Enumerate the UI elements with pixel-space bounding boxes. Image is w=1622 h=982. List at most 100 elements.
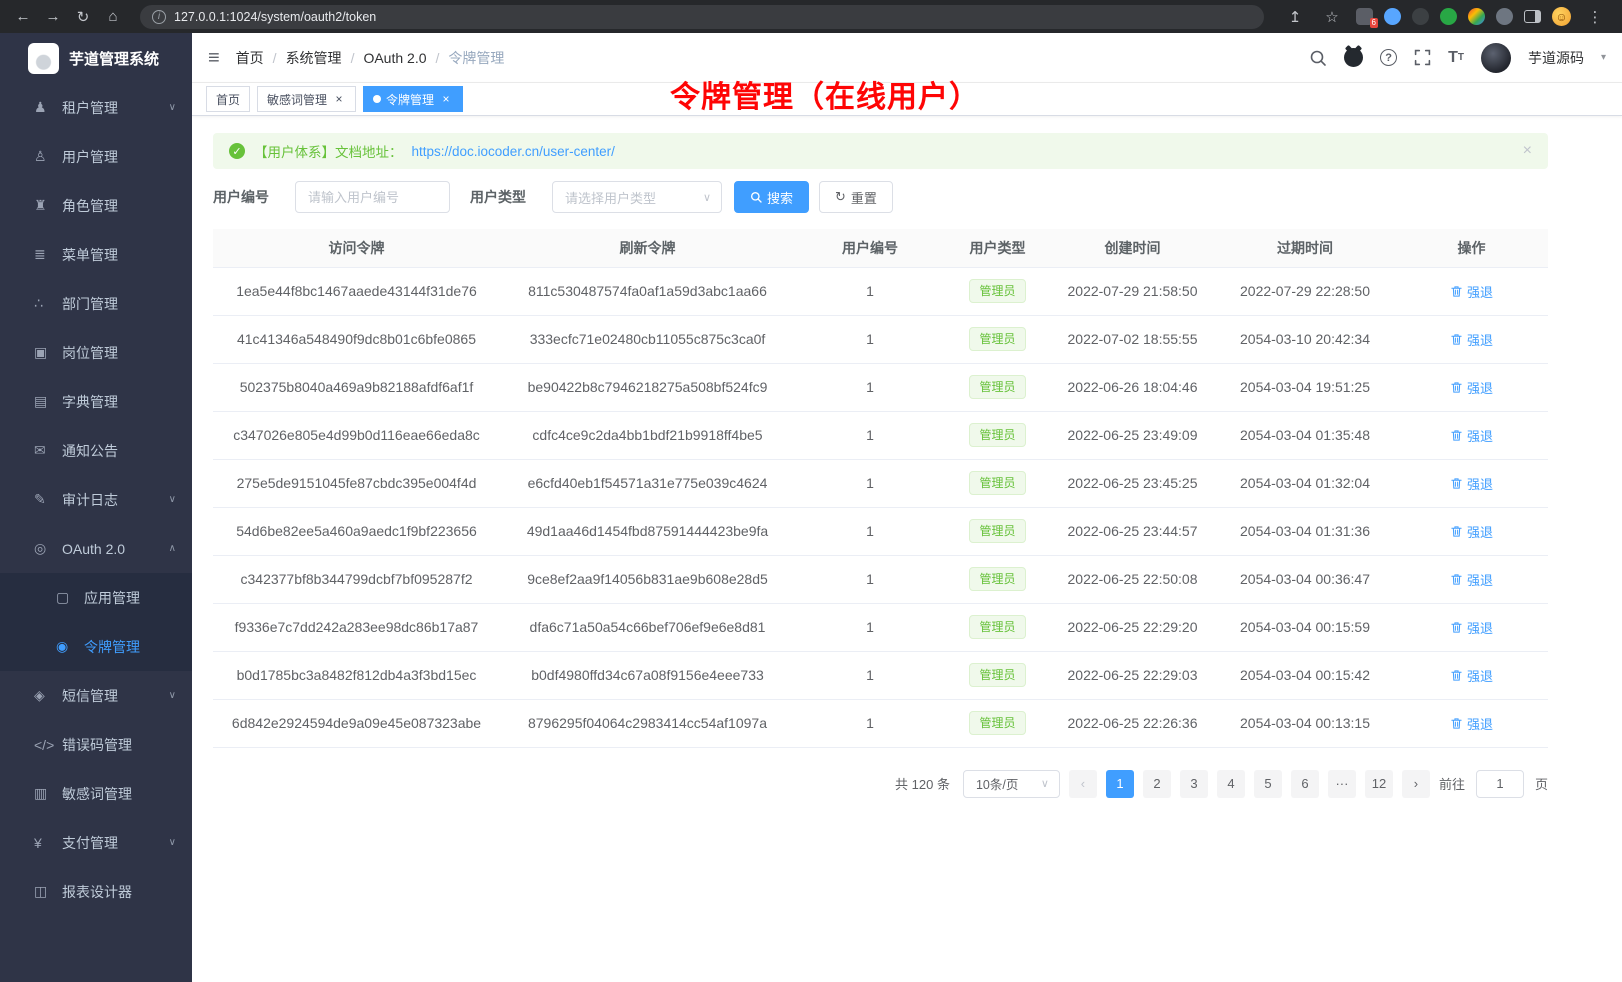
table-row: b0d1785bc3a8482f812db4a3f3bd15ec b0df498…	[213, 651, 1548, 699]
reset-button[interactable]: ↻ 重置	[819, 181, 893, 213]
bookmark-star-icon[interactable]: ☆	[1319, 5, 1345, 29]
user-type-badge: 管理员	[969, 615, 1025, 639]
page-size-select[interactable]: 10条/页 ∨	[963, 770, 1060, 798]
next-page-button[interactable]: ›	[1402, 770, 1430, 798]
sidebar-item[interactable]: ◫ 报表设计器	[0, 867, 192, 916]
home-icon[interactable]: ⌂	[100, 5, 126, 29]
extension-colorful-icon[interactable]	[1468, 8, 1485, 25]
extension-badge: 6	[1370, 18, 1378, 28]
browser-profile-avatar[interactable]: ☺	[1552, 7, 1571, 26]
prev-page-button[interactable]: ‹	[1069, 770, 1097, 798]
tab[interactable]: 首页	[206, 86, 250, 112]
force-logout-button[interactable]: 强退	[1450, 282, 1493, 301]
sidebar-item[interactable]: ♟ 租户管理 ∨	[0, 83, 192, 132]
user-avatar[interactable]	[1481, 43, 1511, 73]
sidebar-item[interactable]: ∴ 部门管理	[0, 279, 192, 328]
page-number-button[interactable]: 6	[1291, 770, 1319, 798]
username[interactable]: 芋道源码	[1528, 48, 1584, 68]
force-logout-button[interactable]: 强退	[1450, 714, 1493, 733]
search-button[interactable]: 搜索	[734, 181, 809, 213]
forward-icon[interactable]: →	[40, 5, 66, 29]
tab[interactable]: 敏感词管理 ×	[257, 86, 356, 112]
page-number-button[interactable]: 2	[1143, 770, 1171, 798]
user-id-cell: 1	[795, 699, 945, 747]
force-logout-button[interactable]: 强退	[1450, 378, 1493, 397]
sidebar-item[interactable]: ▥ 敏感词管理	[0, 769, 192, 818]
extension-blue-icon[interactable]	[1384, 8, 1401, 25]
page-number-button[interactable]: 5	[1254, 770, 1282, 798]
sidebar-item[interactable]: ✉ 通知公告	[0, 426, 192, 475]
page-number-button[interactable]: 3	[1180, 770, 1208, 798]
tab[interactable]: 令牌管理 ×	[363, 86, 463, 112]
force-logout-button[interactable]: 强退	[1450, 570, 1493, 589]
page-size-value: 10条/页	[976, 774, 1033, 793]
breadcrumb-item[interactable]: 令牌管理	[448, 48, 504, 68]
extension-grid-icon[interactable]: 6	[1356, 8, 1373, 25]
force-logout-button[interactable]: 强退	[1450, 522, 1493, 541]
user-type-select[interactable]: 请选择用户类型 ∨	[552, 181, 722, 213]
user-id-cell: 1	[795, 651, 945, 699]
help-icon[interactable]: ?	[1380, 49, 1397, 66]
page-number-button[interactable]: 1	[1106, 770, 1134, 798]
user-id-input[interactable]	[295, 181, 450, 213]
breadcrumb-item[interactable]: OAuth 2.0	[363, 50, 426, 66]
github-icon[interactable]	[1344, 48, 1363, 67]
user-type-badge: 管理员	[969, 375, 1025, 399]
sidebar-item[interactable]: </> 错误码管理	[0, 720, 192, 769]
app-logo-row[interactable]: 芋道管理系统	[0, 33, 192, 83]
create-time-cell: 2022-06-25 23:45:25	[1050, 459, 1215, 507]
extension-dark-icon[interactable]	[1412, 8, 1429, 25]
sidebar-item[interactable]: ¥ 支付管理 ∨	[0, 818, 192, 867]
expire-time-cell: 2054-03-04 01:35:48	[1215, 411, 1395, 459]
sidebar-item[interactable]: ▤ 字典管理	[0, 377, 192, 426]
sidebar-item-label: 角色管理	[62, 196, 118, 216]
breadcrumb-item[interactable]: 系统管理	[286, 48, 342, 68]
sidebar-item[interactable]: ♙ 用户管理	[0, 132, 192, 181]
force-logout-button[interactable]: 强退	[1450, 666, 1493, 685]
extension-gray-icon[interactable]	[1496, 8, 1513, 25]
sidebar-item[interactable]: ▢ 应用管理	[0, 573, 192, 622]
share-icon[interactable]: ↥	[1282, 5, 1308, 29]
reload-icon[interactable]: ↻	[70, 5, 96, 29]
font-size-icon[interactable]: TT	[1448, 49, 1464, 67]
fullscreen-icon[interactable]	[1414, 49, 1431, 66]
goto-page-input[interactable]	[1476, 770, 1524, 798]
column-header: 操作	[1395, 229, 1548, 267]
sidebar-item[interactable]: ♜ 角色管理	[0, 181, 192, 230]
doc-link[interactable]: https://doc.iocoder.cn/user-center/	[412, 144, 615, 159]
user-id-label: 用户编号	[213, 187, 269, 207]
site-info-icon[interactable]: i	[152, 10, 166, 24]
force-logout-button[interactable]: 强退	[1450, 426, 1493, 445]
page-number-button[interactable]: 12	[1365, 770, 1393, 798]
user-management-icon: ♙	[34, 148, 58, 165]
page-number-button[interactable]: ···	[1328, 770, 1356, 798]
side-panel-icon[interactable]	[1524, 10, 1541, 23]
sidebar-toggle-icon[interactable]: ≡	[208, 48, 220, 68]
table-row: 275e5de9151045fe87cbdc395e004f4d e6cfd40…	[213, 459, 1548, 507]
search-icon[interactable]	[1309, 49, 1327, 67]
address-bar[interactable]: i 127.0.0.1:1024/system/oauth2/token	[140, 5, 1264, 29]
success-check-icon: ✓	[229, 143, 245, 159]
force-logout-button[interactable]: 强退	[1450, 474, 1493, 493]
sidebar-item[interactable]: ✎ 审计日志 ∨	[0, 475, 192, 524]
tab-close-icon[interactable]: ×	[439, 92, 453, 106]
extension-green-icon[interactable]	[1440, 8, 1457, 25]
force-logout-button[interactable]: 强退	[1450, 330, 1493, 349]
sidebar-item-label: 岗位管理	[62, 343, 118, 363]
browser-menu-icon[interactable]: ⋮	[1582, 5, 1608, 29]
user-menu-caret-icon[interactable]: ▾	[1601, 52, 1606, 63]
refresh-token-cell: dfa6c71a50a54c66bef706ef9e6e8d81	[500, 603, 795, 651]
sidebar-item[interactable]: ◈ 短信管理 ∨	[0, 671, 192, 720]
breadcrumb-item[interactable]: 首页	[236, 48, 264, 68]
sidebar-item[interactable]: ≣ 菜单管理	[0, 230, 192, 279]
sidebar-item[interactable]: ▣ 岗位管理	[0, 328, 192, 377]
tab-close-icon[interactable]: ×	[332, 92, 346, 106]
sidebar-item[interactable]: ◎ OAuth 2.0 ∧	[0, 524, 192, 573]
sidebar-item[interactable]: ◉ 令牌管理	[0, 622, 192, 671]
back-icon[interactable]: ←	[10, 5, 36, 29]
delete-icon	[1450, 717, 1463, 730]
action-cell: 强退	[1395, 267, 1548, 315]
force-logout-button[interactable]: 强退	[1450, 618, 1493, 637]
alert-close-icon[interactable]: ×	[1523, 142, 1532, 160]
page-number-button[interactable]: 4	[1217, 770, 1245, 798]
